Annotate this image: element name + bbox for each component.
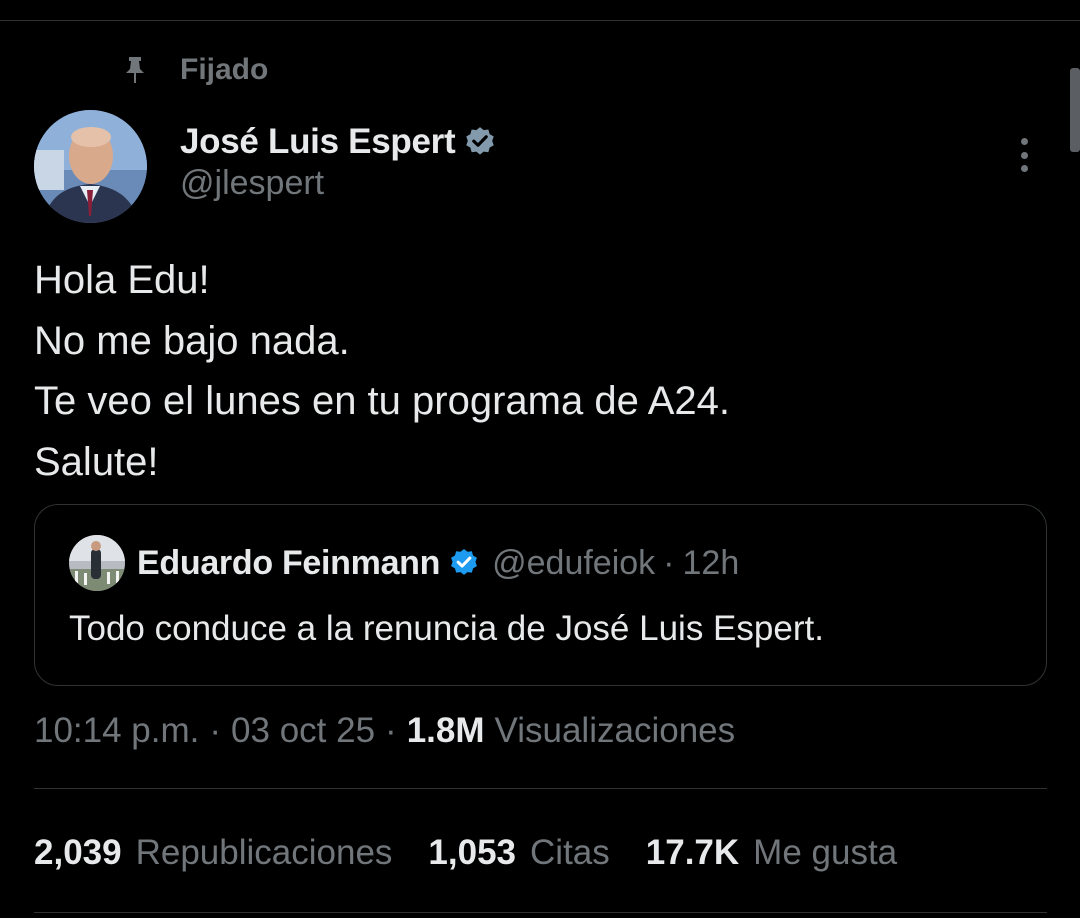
quote-header: Eduardo Feinmann @edufeiok · 12h — [137, 541, 739, 585]
author-name-row[interactable]: José Luis Espert — [180, 120, 497, 164]
author-handle[interactable]: @jlespert — [180, 164, 324, 203]
pin-icon — [122, 55, 148, 85]
verified-badge-icon — [448, 547, 480, 579]
tweet-line: Te veo el lunes en tu programa de A24. — [34, 379, 731, 423]
stats-divider — [34, 788, 1047, 789]
quote-separator: · — [663, 543, 675, 582]
tweet-date[interactable]: 03 oct 25 — [231, 711, 375, 751]
top-divider — [0, 20, 1080, 21]
tweet-text: Hola Edu! No me bajo nada. Te veo el lun… — [34, 250, 1034, 492]
likes-count: 17.7K — [645, 833, 740, 872]
pinned-label: Fijado — [180, 53, 269, 86]
quote-text: Todo conduce a la renuncia de José Luis … — [69, 609, 824, 648]
views-label: Visualizaciones — [494, 711, 736, 750]
meta-separator: · — [385, 711, 397, 750]
author-display-name[interactable]: José Luis Espert — [180, 122, 456, 162]
quotes-count: 1,053 — [428, 833, 517, 872]
quote-author-handle[interactable]: @edufeiok — [492, 544, 655, 583]
quote-timestamp[interactable]: 12h — [683, 544, 740, 583]
reposts-count: 2,039 — [34, 833, 122, 872]
scrollbar-thumb[interactable] — [1070, 68, 1080, 152]
reposts-stat[interactable]: 2,039 Republicaciones — [34, 833, 392, 873]
author-avatar[interactable] — [34, 110, 147, 223]
likes-label: Me gusta — [753, 833, 898, 872]
engagement-stats: 2,039 Republicaciones 1,053 Citas 17.7K … — [34, 830, 933, 876]
meta-separator: · — [209, 711, 222, 750]
quotes-stat[interactable]: 1,053 Citas — [428, 833, 609, 873]
reposts-label: Republicaciones — [135, 833, 393, 872]
tweet-metadata: 10:14 p.m. · 03 oct 25 · 1.8M Visualizac… — [34, 708, 735, 754]
likes-stat[interactable]: 17.7K Me gusta — [646, 833, 897, 873]
quoted-tweet-card[interactable]: Eduardo Feinmann @edufeiok · 12h Todo co… — [34, 504, 1047, 686]
verified-badge-icon — [463, 125, 497, 159]
pinned-indicator: Fijado — [122, 50, 268, 90]
more-options-icon[interactable] — [1006, 132, 1042, 178]
quotes-label: Citas — [530, 833, 610, 872]
views-count: 1.8M — [406, 711, 485, 750]
tweet-line: Salute! — [34, 439, 159, 484]
tweet-line: Hola Edu! — [34, 258, 210, 302]
bottom-divider — [34, 912, 1047, 913]
tweet-line: No me bajo nada. — [34, 318, 350, 363]
quote-author-avatar[interactable] — [69, 535, 125, 591]
quote-author-name[interactable]: Eduardo Feinmann — [137, 544, 440, 583]
tweet-time[interactable]: 10:14 p.m. — [34, 711, 199, 751]
